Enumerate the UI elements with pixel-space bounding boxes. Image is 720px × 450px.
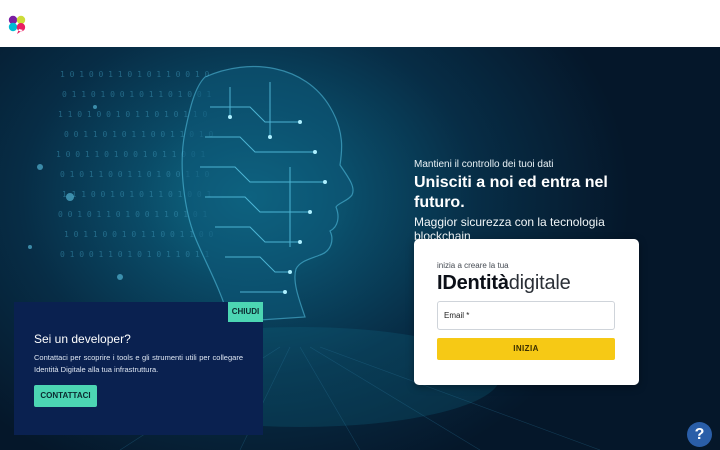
start-button[interactable]: INIZIA [437, 338, 615, 360]
close-button[interactable]: CHIUDI [228, 302, 263, 322]
email-field[interactable]: Email * [437, 301, 615, 330]
logo-icon[interactable] [6, 12, 28, 36]
brand-bold: IDentità [437, 272, 509, 294]
top-header [0, 0, 720, 47]
hero-headline: Unisciti a noi ed entra nel futuro. [414, 174, 608, 211]
brand-wordmark: IDentitàdigitale [437, 272, 571, 295]
svg-text:1 1 0 1 0 0 1 0 1 1 0 1 0 1 1: 1 1 0 1 0 0 1 0 1 1 0 1 0 1 1 0 [58, 110, 207, 119]
help-icon[interactable]: ? [687, 422, 712, 447]
svg-text:0 0 1 0 1 1 0 1 0 0 1 1 0 1 0: 0 0 1 0 1 1 0 1 0 0 1 1 0 1 0 1 [58, 210, 207, 219]
email-label: Email * [444, 311, 470, 320]
svg-text:1 0 1 0 0 1 1 0 1 0 1 1 0 0 1: 1 0 1 0 0 1 1 0 1 0 1 1 0 0 1 0 [60, 70, 209, 79]
developer-text: Contattaci per scoprire i tools e gli st… [34, 353, 243, 374]
svg-text:0 1 0 0 1 1 0 1 0 1 0 1 1 0 1: 0 1 0 0 1 1 0 1 0 1 0 1 1 0 1 1 [60, 250, 209, 259]
svg-text:1 0 1 1 0 0 1 0 1 1 0 0 1 1 0: 1 0 1 1 0 0 1 0 1 1 0 0 1 1 0 0 [64, 230, 213, 239]
brand-light: digitale [508, 272, 571, 294]
contact-button[interactable]: CONTATTACI [34, 385, 97, 407]
hero-copy: Mantieni il controllo dei tuoi dati Unis… [414, 159, 654, 243]
hero-section: 1 0 1 0 0 1 1 0 1 0 1 1 0 0 1 0 0 1 1 0 … [0, 47, 720, 450]
svg-text:0 1 1 0 1 0 0 1 0 1 1 0 1 0 0: 0 1 1 0 1 0 0 1 0 1 1 0 1 0 0 1 [62, 90, 211, 99]
developer-title: Sei un developer? [34, 332, 131, 346]
signup-card: inizia a creare la tua IDentitàdigitale … [414, 239, 639, 385]
signup-kicker: inizia a creare la tua [437, 261, 509, 270]
developer-panel: CHIUDI Sei un developer? Contattaci per … [14, 302, 263, 435]
hero-kicker: Mantieni il controllo dei tuoi dati [414, 159, 554, 170]
